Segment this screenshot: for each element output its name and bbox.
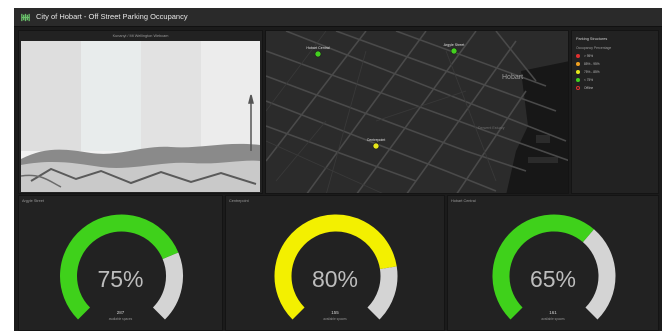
dashboard-frame: City of Hobart - Off Street Parking Occu… (14, 8, 662, 331)
gauge-count-label: available spaces (541, 317, 565, 321)
legend-item: 75% - 85% (576, 69, 600, 75)
marker-centrepoint[interactable] (372, 142, 380, 150)
legend-title: Parking Structures (576, 37, 608, 41)
legend-item: Offline (576, 85, 593, 91)
legend-swatch (576, 86, 580, 90)
legend-subtitle: Occupancy Percentage (576, 46, 612, 50)
gauge-count: 287 (116, 310, 125, 315)
legend-label: > 95% (584, 54, 594, 58)
legend-item: > 95% (576, 53, 593, 59)
legend-swatch (576, 78, 580, 82)
water-label: Derwent Estuary (478, 126, 505, 130)
legend-item: < 75% (576, 77, 593, 83)
marker-label: Argyle Street (444, 43, 465, 47)
legend-swatch (576, 54, 580, 58)
legend-label: 75% - 85% (584, 70, 600, 74)
parking-map[interactable]: Hobart Central Argyle Street Centrepoint… (265, 30, 569, 194)
marker-label: Hobart Central (306, 46, 330, 50)
marker-argyle-street[interactable] (450, 47, 458, 55)
gauge-count-label: available spaces (323, 317, 347, 321)
legend-label: Offline (584, 86, 594, 90)
gauge-count: 161 (549, 310, 557, 315)
legend-label: < 75% (584, 78, 594, 82)
gauge-percent: 80% (311, 266, 359, 292)
legend-swatch (576, 62, 580, 66)
webcam-image[interactable] (21, 41, 260, 192)
legend-swatch (576, 70, 580, 74)
city-logo-icon (21, 13, 30, 22)
gauge-count-label: available spaces (108, 317, 133, 321)
gauge-count: 155 (331, 310, 339, 315)
dashboard-title: City of Hobart - Off Street Parking Occu… (36, 12, 188, 21)
gauge-panel-argyle-street: Argyle Street 75% 287 available spaces (18, 195, 223, 331)
gauge-percent: 75% (97, 266, 144, 292)
legend-item: 85% - 95% (576, 61, 600, 67)
gauge-panel-centrepoint: Centrepoint 80% 155 available spaces (225, 195, 445, 331)
map-legend: Parking Structures Occupancy Percentage … (571, 30, 659, 194)
city-label: Hobart (502, 74, 523, 81)
webcam-panel: Kunanyi / Mt Wellington Webcam (18, 30, 263, 194)
gauge-percent: 65% (529, 266, 577, 292)
marker-hobart-central[interactable] (314, 50, 322, 58)
header-bar: City of Hobart - Off Street Parking Occu… (14, 8, 662, 27)
webcam-caption: Kunanyi / Mt Wellington Webcam (112, 34, 169, 38)
marker-label: Centrepoint (367, 138, 386, 142)
legend-label: 85% - 95% (584, 62, 600, 66)
gauge-panel-hobart-central: Hobart Central 65% 161 available spaces (447, 195, 659, 331)
